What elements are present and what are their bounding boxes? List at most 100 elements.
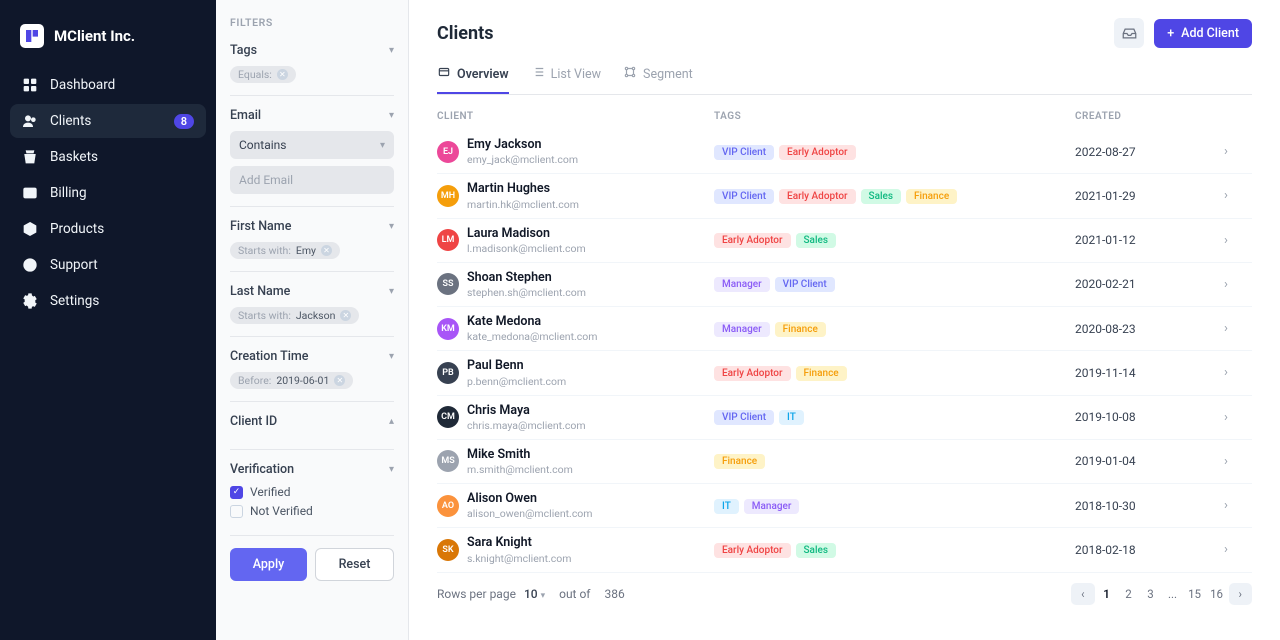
pager-page[interactable]: 16 bbox=[1207, 583, 1227, 605]
sidebar-item-baskets[interactable]: Baskets bbox=[10, 140, 206, 174]
client-tags: ITManager bbox=[714, 498, 1075, 514]
remove-icon[interactable]: ✕ bbox=[277, 69, 288, 80]
chevron-right-icon[interactable]: › bbox=[1224, 277, 1252, 292]
apply-button[interactable]: Apply bbox=[230, 548, 307, 581]
tag: Early Adoptor bbox=[779, 189, 856, 204]
remove-icon[interactable]: ✕ bbox=[321, 245, 332, 256]
filter-email-toggle[interactable]: Email ▾ bbox=[230, 108, 394, 123]
filter-first-name-chip[interactable]: Starts with: Emy ✕ bbox=[230, 242, 340, 259]
filter-client-id-toggle[interactable]: Client ID ▴ bbox=[230, 414, 394, 429]
table-row[interactable]: SSShoan Stephenstephen.sh@mclient.comMan… bbox=[437, 263, 1252, 307]
sidebar-badge: 8 bbox=[174, 114, 194, 129]
client-name: Shoan Stephen bbox=[467, 270, 586, 286]
pager-prev[interactable]: ‹ bbox=[1071, 583, 1094, 605]
rows-per-page-label: Rows per page bbox=[437, 587, 516, 601]
tab-segment[interactable]: Segment bbox=[623, 56, 693, 94]
table-row[interactable]: LMLaura Madisonl.madisonk@mclient.comEar… bbox=[437, 219, 1252, 263]
table-row[interactable]: SKSara Knights.knight@mclient.comEarly A… bbox=[437, 528, 1252, 572]
tab-overview[interactable]: Overview bbox=[437, 56, 509, 94]
sidebar-item-dashboard[interactable]: Dashboard bbox=[10, 68, 206, 102]
chevron-right-icon[interactable]: › bbox=[1224, 365, 1252, 380]
plus-icon: + bbox=[1167, 26, 1174, 41]
remove-icon[interactable]: ✕ bbox=[334, 375, 345, 386]
filter-first-name: First Name ▾ Starts with: Emy ✕ bbox=[230, 219, 394, 272]
column-client: CLIENT bbox=[437, 111, 714, 122]
tag: Sales bbox=[861, 189, 902, 204]
table-row[interactable]: CMChris Mayachris.maya@mclient.comVIP Cl… bbox=[437, 396, 1252, 440]
filter-tags-chip[interactable]: Equals: ✕ bbox=[230, 66, 296, 83]
chevron-right-icon[interactable]: › bbox=[1224, 321, 1252, 336]
chevron-right-icon[interactable]: › bbox=[1224, 188, 1252, 203]
client-email: chris.maya@mclient.com bbox=[467, 419, 586, 432]
chevron-down-icon: ▾ bbox=[389, 45, 394, 56]
tab-list-view[interactable]: List View bbox=[531, 56, 601, 94]
table-row[interactable]: EJEmy Jacksonemy_jack@mclient.comVIP Cli… bbox=[437, 130, 1252, 174]
sidebar-item-settings[interactable]: Settings bbox=[10, 284, 206, 318]
client-email: emy_jack@mclient.com bbox=[467, 153, 578, 166]
chevron-right-icon[interactable]: › bbox=[1224, 144, 1252, 159]
filter-creation-toggle[interactable]: Creation Time ▾ bbox=[230, 349, 394, 364]
filter-creation-time: Creation Time ▾ Before: 2019-06-01 ✕ bbox=[230, 349, 394, 402]
filter-last-name-chip[interactable]: Starts with: Jackson ✕ bbox=[230, 307, 359, 324]
pager-page[interactable]: 3 bbox=[1141, 583, 1161, 605]
not-verified-checkbox[interactable]: Not Verified bbox=[230, 504, 394, 518]
pager-next[interactable]: › bbox=[1229, 583, 1252, 605]
sidebar-item-label: Support bbox=[50, 257, 98, 273]
sidebar-item-clients[interactable]: Clients 8 bbox=[10, 104, 206, 138]
pager-page[interactable]: 2 bbox=[1119, 583, 1139, 605]
filter-last-name-toggle[interactable]: Last Name ▾ bbox=[230, 284, 394, 299]
chevron-right-icon[interactable]: › bbox=[1224, 454, 1252, 469]
table-row[interactable]: MSMike Smithm.smith@mclient.comFinance20… bbox=[437, 440, 1252, 484]
table-row[interactable]: PBPaul Bennp.benn@mclient.comEarly Adopt… bbox=[437, 351, 1252, 395]
rows-per-page-select[interactable]: 10 ▾ bbox=[524, 587, 545, 601]
filter-creation-chip[interactable]: Before: 2019-06-01 ✕ bbox=[230, 372, 353, 389]
filter-client-id: Client ID ▴ bbox=[230, 414, 394, 450]
sidebar: MClient Inc. Dashboard Clients 8 BasketsBil… bbox=[0, 0, 216, 640]
client-email: stephen.sh@mclient.com bbox=[467, 286, 586, 299]
chevron-right-icon[interactable]: › bbox=[1224, 410, 1252, 425]
email-operator-select[interactable]: Contains ▾ bbox=[230, 131, 394, 159]
client-created: 2018-10-30 bbox=[1075, 499, 1224, 513]
table-row[interactable]: KMKate Medonakate_medona@mclient.comMana… bbox=[437, 307, 1252, 351]
client-tags: ManagerVIP Client bbox=[714, 276, 1075, 292]
client-tags: VIP ClientEarly Adoptor bbox=[714, 144, 1075, 160]
sidebar-item-label: Clients bbox=[50, 113, 91, 129]
filter-tags-toggle[interactable]: Tags ▾ bbox=[230, 43, 394, 58]
sidebar-item-label: Dashboard bbox=[50, 77, 115, 93]
tag: Early Adoptor bbox=[714, 233, 791, 248]
inbox-button[interactable] bbox=[1114, 18, 1144, 48]
tag: Manager bbox=[744, 499, 800, 514]
client-created: 2022-08-27 bbox=[1075, 145, 1224, 159]
pager-page[interactable]: 15 bbox=[1185, 583, 1205, 605]
client-name: Paul Benn bbox=[467, 358, 566, 374]
tag: VIP Client bbox=[714, 189, 774, 204]
chevron-right-icon[interactable]: › bbox=[1224, 498, 1252, 513]
client-created: 2019-11-14 bbox=[1075, 366, 1224, 380]
brand-name: MClient Inc. bbox=[54, 27, 135, 45]
reset-button[interactable]: Reset bbox=[315, 548, 394, 581]
chevron-right-icon[interactable]: › bbox=[1224, 542, 1252, 557]
client-created: 2020-02-21 bbox=[1075, 277, 1224, 291]
client-created: 2019-10-08 bbox=[1075, 410, 1224, 424]
email-input[interactable] bbox=[230, 166, 394, 194]
filter-verification-toggle[interactable]: Verification ▾ bbox=[230, 462, 394, 477]
client-tags: VIP ClientEarly AdoptorSalesFinance bbox=[714, 188, 1075, 204]
table-row[interactable]: AOAlison Owenalison_owen@mclient.comITMa… bbox=[437, 484, 1252, 528]
client-name: Martin Hughes bbox=[467, 181, 579, 197]
sidebar-item-products[interactable]: Products bbox=[10, 212, 206, 246]
filter-first-name-toggle[interactable]: First Name ▾ bbox=[230, 219, 394, 234]
tag: Finance bbox=[775, 322, 826, 337]
remove-icon[interactable]: ✕ bbox=[340, 310, 351, 321]
verified-checkbox[interactable]: ✓ Verified bbox=[230, 485, 394, 499]
sidebar-item-billing[interactable]: Billing bbox=[10, 176, 206, 210]
tag: Finance bbox=[714, 454, 765, 469]
tag: Manager bbox=[714, 322, 770, 337]
table-row[interactable]: MHMartin Hughesmartin.hk@mclient.comVIP … bbox=[437, 174, 1252, 218]
add-client-button[interactable]: + Add Client bbox=[1154, 19, 1252, 48]
chevron-right-icon[interactable]: › bbox=[1224, 233, 1252, 248]
filter-tags: Tags ▾ Equals: ✕ bbox=[230, 43, 394, 96]
overview-icon bbox=[437, 65, 451, 83]
client-tags: VIP ClientIT bbox=[714, 409, 1075, 425]
pager-page[interactable]: 1 bbox=[1097, 583, 1117, 605]
sidebar-item-support[interactable]: Support bbox=[10, 248, 206, 282]
